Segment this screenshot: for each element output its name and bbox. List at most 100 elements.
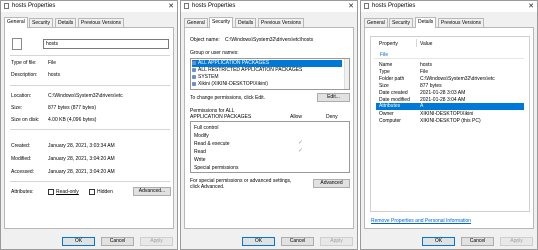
hidden-label: Hidden [97,189,113,195]
read-only-checkbox[interactable] [48,189,54,195]
tab-general[interactable]: General [364,18,388,27]
property-attributes: Attributes [379,103,401,109]
advanced-button[interactable]: Advanced [313,179,350,188]
tab-security[interactable]: Security [209,17,234,28]
scrollbar[interactable] [344,59,349,89]
window-title: hosts Properties [372,3,416,9]
properties-window-security: hosts Properties ✕ General Security Deta… [180,0,358,250]
permission-read-execute: Read & execute [194,141,230,147]
property-row-attributes[interactable]: Attributes A [376,103,524,110]
size-on-disk-label: Size on disk: [11,117,40,123]
user-icon [192,81,196,86]
general-pane: hosts Type of file: File Description: ho… [4,27,174,229]
permission-full-control: Full control [194,125,219,131]
permission-modify: Modify [194,133,209,139]
property-value: hosts [420,62,432,68]
attributes-label: Attributes: [11,189,34,195]
window-title: hosts Properties [12,3,56,9]
read-only-label: Read-only [56,189,79,195]
cancel-button[interactable]: Cancel [461,237,494,246]
tab-general[interactable]: General [184,18,208,27]
tab-details[interactable]: Details [235,18,257,27]
tab-details[interactable]: Details [55,18,77,27]
tab-previous-versions[interactable]: Previous Versions [438,18,485,27]
accessed-value: January 28, 2021, 3:04:20 AM [48,169,115,175]
security-pane: Object name: C:\Windows\System32\drivers… [184,27,354,229]
user-group-icon [192,60,196,65]
object-name-label: Object name: [190,37,220,43]
group-user-list: ALL APPLICATION PACKAGES ALL RESTRICTED … [190,58,350,90]
allow-check-icon: ✓ [298,148,304,154]
list-item[interactable]: ALL RESTRICTED APPLICATION PACKAGES [192,67,302,74]
apply-button[interactable]: Apply [140,237,173,246]
size-on-disk-value: 4.00 KB (4,096 bytes) [48,117,97,123]
property-value: XIKINI-DESKTOP (this PC) [420,118,481,124]
ok-button[interactable]: OK [242,237,275,246]
description-label: Description: [11,72,38,78]
tab-security[interactable]: Security [389,18,414,27]
properties-window-details: hosts Properties ✕ General Security Deta… [360,0,538,250]
list-item[interactable]: Xikini (XIKINI-DESKTOP\Xikini) [192,81,268,88]
permissions-list: Full control Modify Read & execute ✓ Rea… [190,121,350,173]
hidden-checkbox[interactable] [89,189,95,195]
value-column-header[interactable]: Value [420,41,432,47]
permission-write: Write [194,157,206,163]
permission-special: Special permissions [194,165,239,171]
tab-details[interactable]: Details [415,17,437,28]
property-name: Name [379,62,393,68]
property-size: Size [379,83,389,89]
list-item[interactable]: ALL APPLICATION PACKAGES [192,60,342,67]
file-icon [4,3,9,9]
size-label: Size: [11,105,23,111]
special-permissions-text-2: click Advanced. [190,184,225,190]
ok-button[interactable]: OK [422,237,455,246]
object-name-value: C:\Windows\System32\drivers\etc\hosts [225,37,314,43]
file-name-input[interactable]: hosts [43,39,169,49]
tab-general[interactable]: General [4,17,28,28]
close-icon[interactable]: ✕ [168,2,174,10]
created-label: Created: [11,143,31,149]
tab-security[interactable]: Security [29,18,54,27]
user-group-icon [192,67,196,72]
property-column-header[interactable]: Property [379,41,398,47]
type-value: File [48,60,57,66]
cancel-button[interactable]: Cancel [281,237,314,246]
advanced-button[interactable]: Advanced... [133,187,171,196]
permissions-for-line2: APPLICATION PACKAGES [190,114,252,120]
location-label: Location: [11,93,32,99]
allow-header: Allow [290,114,302,120]
size-value: 877 bytes (877 bytes) [48,105,97,111]
deny-header: Deny [326,114,338,120]
apply-button[interactable]: Apply [320,237,353,246]
property-value: C:\Windows\System32\drivers\etc [420,76,495,82]
property-owner: Owner [379,111,394,117]
type-label: Type of file: [11,60,37,66]
tab-previous-versions[interactable]: Previous Versions [258,18,305,27]
property-computer: Computer [379,118,401,124]
edit-button[interactable]: Edit... [317,93,350,102]
list-item[interactable]: SYSTEM [192,74,219,81]
close-icon[interactable]: ✕ [348,2,354,10]
permission-read: Read [194,149,206,155]
property-date-created: Date created [379,90,408,96]
close-icon[interactable]: ✕ [528,2,534,10]
property-value: File [420,69,429,75]
change-permissions-text: To change permissions, click Edit. [190,95,266,101]
property-value: A [420,103,424,109]
cancel-button[interactable]: Cancel [101,237,134,246]
tab-previous-versions[interactable]: Previous Versions [78,18,125,27]
title-bar: hosts Properties ✕ [181,1,357,12]
remove-properties-link[interactable]: Remove Properties and Personal Informati… [371,218,471,224]
allow-check-icon: ✓ [298,140,304,146]
ok-button[interactable]: OK [62,237,95,246]
properties-window-general: hosts Properties ✕ General Security Deta… [0,0,178,250]
modified-value: January 28, 2021, 3:04:20 AM [48,156,115,162]
apply-button[interactable]: Apply [500,237,533,246]
document-icon [12,38,22,50]
details-pane: Property Value File Name hosts Type File… [364,27,534,229]
file-icon [184,3,189,9]
window-title: hosts Properties [192,3,236,9]
property-value: XIKINI-DESKTOP\Xikini [420,111,474,117]
description-value: hosts [48,72,60,78]
modified-label: Modified: [11,156,32,162]
